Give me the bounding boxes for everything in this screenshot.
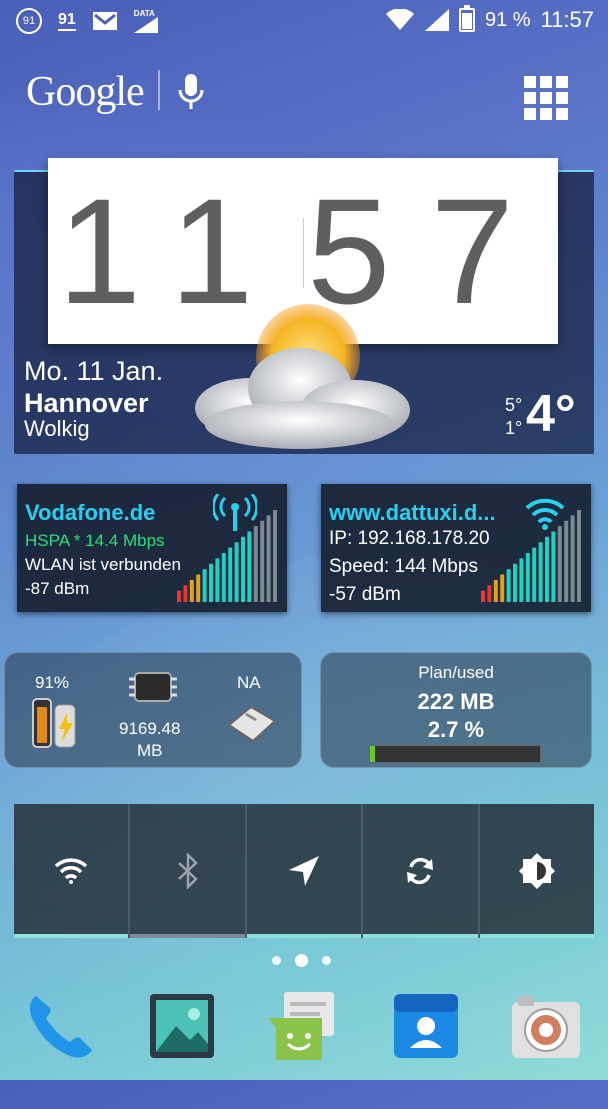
weather-condition: Wolkig [24, 416, 90, 441]
signal-bars-icon [481, 510, 581, 602]
data-saver-icon: DATA [133, 9, 158, 33]
battery-icon [458, 5, 475, 32]
network-type: HSPA * 14.4 Mbps [25, 531, 165, 550]
temp-high: 5° [505, 395, 523, 415]
page-dot-active[interactable] [295, 954, 308, 967]
wifi-ip: IP: 192.168.178.20 [329, 528, 490, 549]
weather-date: Mo. 11 Jan. [24, 356, 164, 386]
battery-widget-icon [32, 698, 76, 748]
sd-card-label: NA [237, 673, 261, 692]
memory-chip-icon [129, 672, 177, 702]
phone-icon[interactable] [22, 988, 98, 1064]
app-dock [0, 988, 608, 1068]
gmail-icon [92, 12, 117, 30]
bluetooth-icon [177, 853, 198, 889]
contacts-icon[interactable] [390, 988, 466, 1064]
app-drawer-icon[interactable] [524, 76, 568, 120]
brightness-toggle[interactable] [479, 804, 595, 938]
wifi-ssid: www.dattuxi.d... [329, 500, 496, 525]
page-dot[interactable] [322, 956, 331, 965]
sd-card-icon [227, 705, 277, 743]
quick-settings-toggles[interactable] [14, 804, 595, 938]
temp-low: 1° [505, 418, 523, 438]
google-search-bar[interactable]: Google [26, 66, 582, 120]
page-indicator [272, 954, 331, 967]
data-used: 222 MB [417, 689, 495, 714]
wifi-signal-icon [385, 9, 414, 30]
sync-icon [407, 857, 434, 885]
location-icon [289, 856, 320, 886]
signal-bars-icon [177, 510, 277, 602]
wifi-icon [55, 858, 88, 884]
cell-signal-icon [424, 9, 449, 31]
camera-icon[interactable] [508, 988, 584, 1064]
wifi-signal-widget[interactable]: www.dattuxi.d... IP: 192.168.178.20 Spee… [321, 484, 591, 612]
brightness-icon [518, 853, 555, 889]
status-bar[interactable]: 91 91 DATA 91 % 11:57 [0, 0, 608, 42]
cloudy-sun-icon [195, 304, 410, 449]
gallery-icon[interactable] [146, 988, 222, 1064]
battery-percent: 91 % [484, 8, 531, 31]
mobile-dbm: -87 dBm [25, 579, 90, 598]
status-time: 11:57 [540, 7, 594, 32]
system-info-widget[interactable]: 91% 9169.48 MB NA [4, 652, 302, 768]
wifi-speed: Speed: 144 Mbps [329, 556, 478, 577]
usage-progress-fill [370, 746, 376, 762]
wifi-dbm: -57 dBm [329, 584, 401, 605]
mobile-signal-widget[interactable]: Vodafone.de HSPA * 14.4 Mbps WLAN ist ve… [17, 484, 287, 612]
plan-used-label: Plan/used [418, 663, 494, 682]
battery-level: 91% [35, 673, 70, 692]
microphone-icon[interactable] [176, 72, 206, 112]
weather-city: Hannover [24, 388, 149, 418]
search-divider [158, 70, 160, 110]
messages-icon[interactable] [266, 988, 342, 1064]
sync-toggle[interactable] [363, 804, 480, 938]
current-temperature: 4° [526, 385, 576, 443]
page-dot[interactable] [272, 956, 281, 965]
bluetooth-toggle[interactable] [130, 804, 247, 938]
wifi-toggle[interactable] [14, 804, 131, 938]
memory-unit: MB [137, 741, 163, 760]
data-usage-widget[interactable]: Plan/used 222 MB 2.7 % [320, 652, 592, 768]
data-percent: 2.7 % [427, 717, 485, 742]
google-logo[interactable]: Google [26, 68, 145, 116]
notification-91-icon: 91 [16, 8, 42, 34]
memory-value: 9169.48 [119, 719, 181, 738]
usage-progress-bar [369, 745, 541, 763]
location-toggle[interactable] [246, 804, 364, 938]
wlan-status: WLAN ist verbunden [25, 555, 181, 574]
operator-name: Vodafone.de [25, 500, 156, 525]
notification-91-box-icon: 91 [58, 11, 76, 31]
